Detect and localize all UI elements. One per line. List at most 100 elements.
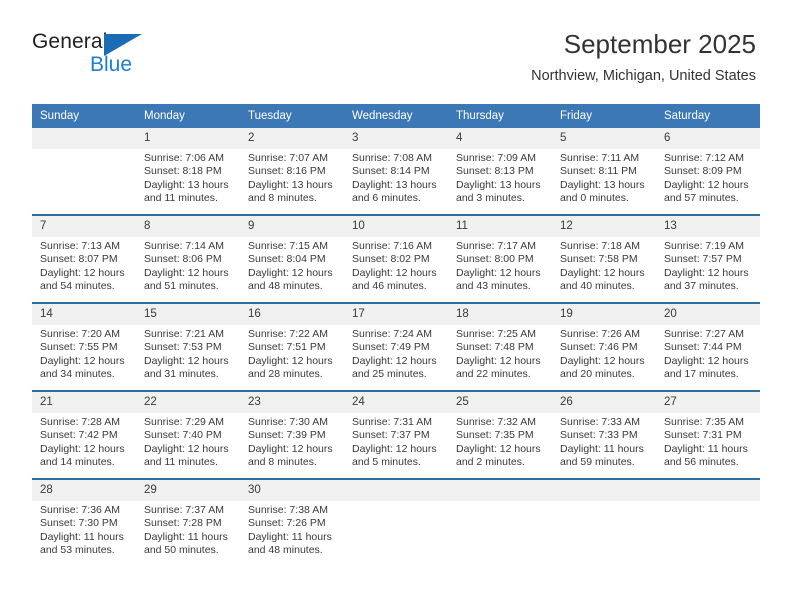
weekday-header-wednesday: Wednesday xyxy=(344,104,448,128)
calendar-day-cell[interactable]: 18 Sunrise: 7:25 AM Sunset: 7:48 PM Dayligh… xyxy=(448,302,552,391)
calendar-container: Sunday Monday Tuesday Wednesday Thursday… xyxy=(32,104,760,566)
calendar-day-cell[interactable]: 11 Sunrise: 7:17 AM Sunset: 8:00 PM Dayligh… xyxy=(448,214,552,303)
day-number: 27 xyxy=(656,392,760,413)
calendar-day-cell[interactable]: 29 Sunrise: 7:37 AM Sunset: 7:28 PM Dayligh… xyxy=(136,478,240,566)
daylight-duration-line1: Daylight: 11 hours xyxy=(664,442,748,455)
calendar-day-cell[interactable]: 27 Sunrise: 7:35 AM Sunset: 7:31 PM Dayligh… xyxy=(656,390,760,479)
calendar-day-cell-empty xyxy=(344,478,448,566)
calendar-day-cell[interactable]: 3 Sunrise: 7:08 AM Sunset: 8:14 PM Daylight… xyxy=(344,128,448,215)
calendar-day-cell[interactable]: 22 Sunrise: 7:29 AM Sunset: 7:40 PM Dayligh… xyxy=(136,390,240,479)
sunrise-time: Sunrise: 7:29 AM xyxy=(144,416,224,428)
day-number: 10 xyxy=(344,216,448,237)
day-number xyxy=(32,128,136,149)
daylight-duration-line2: and 53 minutes. xyxy=(40,544,115,557)
sunset-time: Sunset: 8:14 PM xyxy=(352,165,430,178)
calendar-day-cell[interactable]: 1 Sunrise: 7:06 AM Sunset: 8:18 PM Daylight… xyxy=(136,128,240,215)
day-number: 8 xyxy=(136,216,240,237)
day-number: 19 xyxy=(552,304,656,325)
day-details: Sunrise: 7:33 AM Sunset: 7:33 PM Daylight:… xyxy=(552,413,656,470)
day-details: Sunrise: 7:13 AM Sunset: 8:07 PM Daylight:… xyxy=(32,237,136,294)
sunrise-time: Sunrise: 7:24 AM xyxy=(352,328,432,340)
daylight-duration-line2: and 20 minutes. xyxy=(560,368,635,381)
day-details: Sunrise: 7:11 AM Sunset: 8:11 PM Daylight:… xyxy=(552,149,656,206)
day-number: 6 xyxy=(656,128,760,149)
calendar-day-cell-empty xyxy=(656,478,760,566)
calendar-day-cell[interactable]: 25 Sunrise: 7:32 AM Sunset: 7:35 PM Dayligh… xyxy=(448,390,552,479)
calendar-day-cell[interactable]: 6 Sunrise: 7:12 AM Sunset: 8:09 PM Daylight… xyxy=(656,128,760,215)
calendar-day-cell[interactable]: 8 Sunrise: 7:14 AM Sunset: 8:06 PM Daylight… xyxy=(136,214,240,303)
daylight-duration-line2: and 51 minutes. xyxy=(144,280,219,293)
day-details: Sunrise: 7:21 AM Sunset: 7:53 PM Daylight:… xyxy=(136,325,240,382)
calendar-day-cell[interactable]: 4 Sunrise: 7:09 AM Sunset: 8:13 PM Daylight… xyxy=(448,128,552,215)
general-blue-logo[interactable]: General Blue xyxy=(32,30,152,78)
daylight-duration-line1: Daylight: 12 hours xyxy=(664,266,749,279)
calendar-day-cell[interactable]: 16 Sunrise: 7:22 AM Sunset: 7:51 PM Dayligh… xyxy=(240,302,344,391)
day-number: 17 xyxy=(344,304,448,325)
day-number xyxy=(344,480,448,501)
day-details: Sunrise: 7:30 AM Sunset: 7:39 PM Daylight:… xyxy=(240,413,344,470)
sunrise-time: Sunrise: 7:12 AM xyxy=(664,152,744,164)
calendar-day-cell[interactable]: 15 Sunrise: 7:21 AM Sunset: 7:53 PM Dayligh… xyxy=(136,302,240,391)
logo-text-general: General xyxy=(32,30,108,53)
calendar-day-cell[interactable]: 17 Sunrise: 7:24 AM Sunset: 7:49 PM Dayligh… xyxy=(344,302,448,391)
sunset-time: Sunset: 8:04 PM xyxy=(248,253,326,266)
daylight-duration-line2: and 8 minutes. xyxy=(248,456,317,469)
day-number: 18 xyxy=(448,304,552,325)
daylight-duration-line1: Daylight: 12 hours xyxy=(144,354,229,367)
sunrise-time: Sunrise: 7:35 AM xyxy=(664,416,744,428)
daylight-duration-line2: and 31 minutes. xyxy=(144,368,219,381)
calendar-day-cell[interactable]: 7 Sunrise: 7:13 AM Sunset: 8:07 PM Daylight… xyxy=(32,214,136,303)
sunrise-time: Sunrise: 7:30 AM xyxy=(248,416,328,428)
page-header: General Blue September 2025 Northview, M… xyxy=(0,0,792,84)
calendar-day-cell[interactable]: 21 Sunrise: 7:28 AM Sunset: 7:42 PM Dayligh… xyxy=(32,390,136,479)
day-details: Sunrise: 7:31 AM Sunset: 7:37 PM Daylight:… xyxy=(344,413,448,470)
day-number: 22 xyxy=(136,392,240,413)
sunset-time: Sunset: 8:06 PM xyxy=(144,253,222,266)
calendar-day-cell[interactable]: 10 Sunrise: 7:16 AM Sunset: 8:02 PM Dayligh… xyxy=(344,214,448,303)
day-details: Sunrise: 7:36 AM Sunset: 7:30 PM Daylight:… xyxy=(32,501,136,558)
sunrise-time: Sunrise: 7:25 AM xyxy=(456,328,536,340)
sunrise-time: Sunrise: 7:14 AM xyxy=(144,240,224,252)
day-number: 20 xyxy=(656,304,760,325)
calendar-day-cell[interactable]: 19 Sunrise: 7:26 AM Sunset: 7:46 PM Dayligh… xyxy=(552,302,656,391)
sunset-time: Sunset: 7:46 PM xyxy=(560,341,638,354)
daylight-duration-line2: and 43 minutes. xyxy=(456,280,531,293)
calendar-day-cell-empty xyxy=(32,128,136,215)
daylight-duration-line2: and 3 minutes. xyxy=(456,192,525,205)
sunset-time: Sunset: 8:02 PM xyxy=(352,253,430,266)
daylight-duration-line1: Daylight: 12 hours xyxy=(560,266,645,279)
sunrise-time: Sunrise: 7:37 AM xyxy=(144,504,224,516)
day-number: 5 xyxy=(552,128,656,149)
sunset-time: Sunset: 7:51 PM xyxy=(248,341,326,354)
calendar-day-cell[interactable]: 12 Sunrise: 7:18 AM Sunset: 7:58 PM Dayligh… xyxy=(552,214,656,303)
calendar-day-cell[interactable]: 28 Sunrise: 7:36 AM Sunset: 7:30 PM Dayligh… xyxy=(32,478,136,566)
sunrise-time: Sunrise: 7:15 AM xyxy=(248,240,328,252)
weekday-header-friday: Friday xyxy=(552,104,656,128)
calendar-day-cell[interactable]: 23 Sunrise: 7:30 AM Sunset: 7:39 PM Dayligh… xyxy=(240,390,344,479)
day-details: Sunrise: 7:35 AM Sunset: 7:31 PM Daylight:… xyxy=(656,413,760,470)
weekday-header-sunday: Sunday xyxy=(32,104,136,128)
sunrise-time: Sunrise: 7:17 AM xyxy=(456,240,536,252)
daylight-duration-line2: and 54 minutes. xyxy=(40,280,115,293)
calendar-day-cell[interactable]: 24 Sunrise: 7:31 AM Sunset: 7:37 PM Dayligh… xyxy=(344,390,448,479)
calendar-day-cell[interactable]: 30 Sunrise: 7:38 AM Sunset: 7:26 PM Dayligh… xyxy=(240,478,344,566)
sunset-time: Sunset: 7:26 PM xyxy=(248,517,326,530)
day-details: Sunrise: 7:32 AM Sunset: 7:35 PM Daylight:… xyxy=(448,413,552,470)
sunrise-time: Sunrise: 7:13 AM xyxy=(40,240,120,252)
sunrise-time: Sunrise: 7:09 AM xyxy=(456,152,536,164)
calendar-day-cell[interactable]: 26 Sunrise: 7:33 AM Sunset: 7:33 PM Dayligh… xyxy=(552,390,656,479)
calendar-day-cell[interactable]: 2 Sunrise: 7:07 AM Sunset: 8:16 PM Daylight… xyxy=(240,128,344,215)
sunset-time: Sunset: 7:40 PM xyxy=(144,429,222,442)
calendar-week-row: 1 Sunrise: 7:06 AM Sunset: 8:18 PM Daylight… xyxy=(32,128,760,215)
calendar-day-cell[interactable]: 5 Sunrise: 7:11 AM Sunset: 8:11 PM Daylight… xyxy=(552,128,656,215)
calendar-day-cell[interactable]: 9 Sunrise: 7:15 AM Sunset: 8:04 PM Daylight… xyxy=(240,214,344,303)
calendar-day-cell[interactable]: 14 Sunrise: 7:20 AM Sunset: 7:55 PM Dayligh… xyxy=(32,302,136,391)
day-number: 15 xyxy=(136,304,240,325)
calendar-body: 1 Sunrise: 7:06 AM Sunset: 8:18 PM Daylight… xyxy=(32,128,760,566)
calendar-day-cell[interactable]: 20 Sunrise: 7:27 AM Sunset: 7:44 PM Dayligh… xyxy=(656,302,760,391)
day-number: 11 xyxy=(448,216,552,237)
sunset-time: Sunset: 7:53 PM xyxy=(144,341,222,354)
day-number: 25 xyxy=(448,392,552,413)
calendar-day-cell[interactable]: 13 Sunrise: 7:19 AM Sunset: 7:57 PM Dayligh… xyxy=(656,214,760,303)
sunrise-time: Sunrise: 7:11 AM xyxy=(560,152,640,164)
